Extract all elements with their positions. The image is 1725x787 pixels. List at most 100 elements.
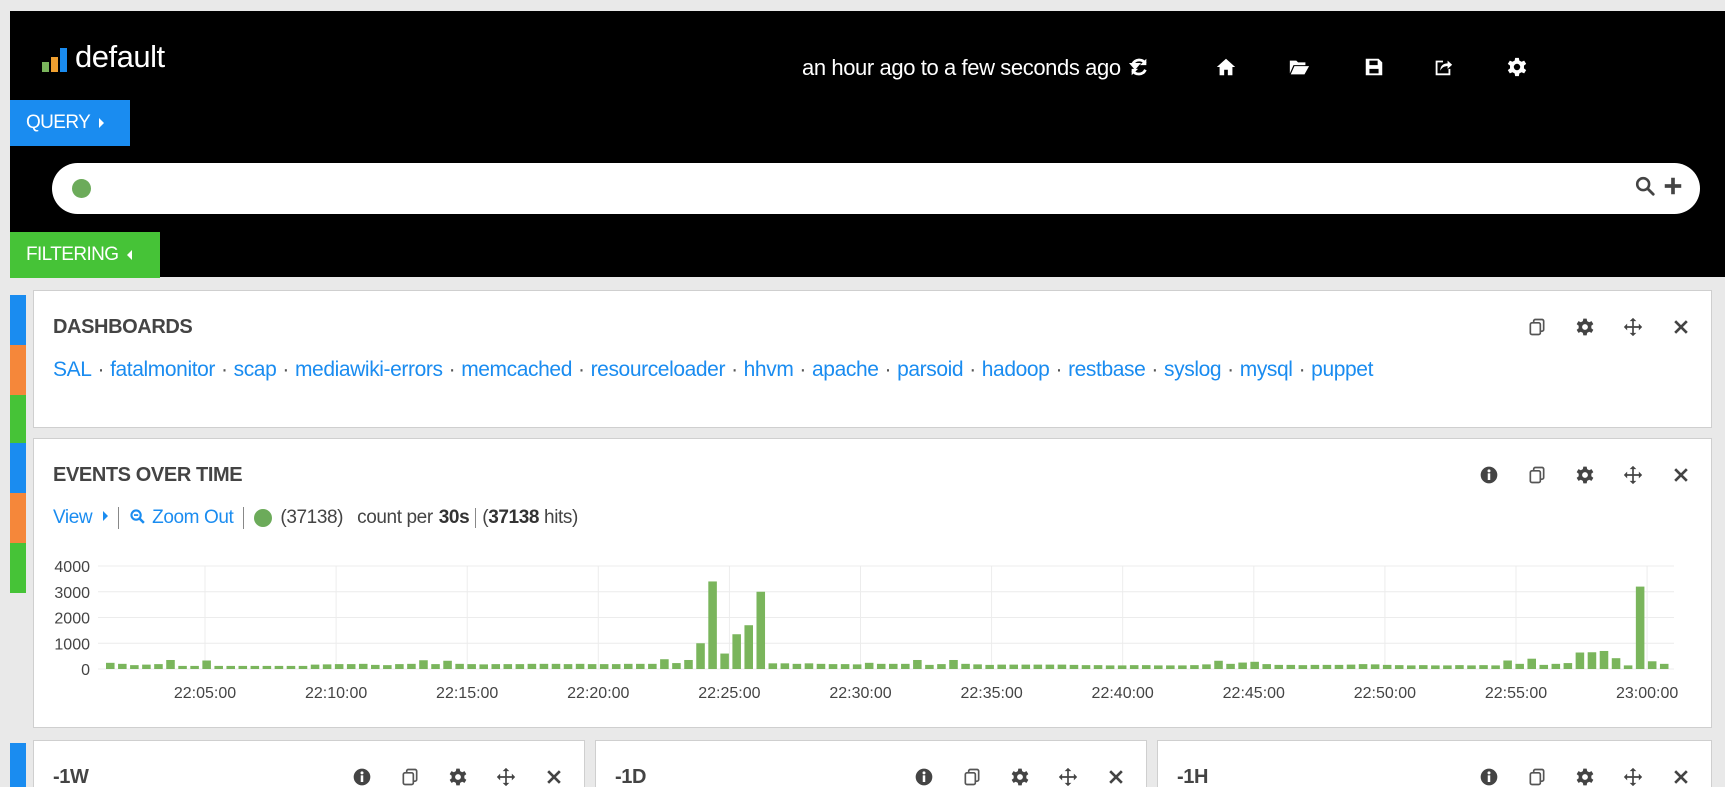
chart-bar[interactable] [106,662,115,669]
settings-icon[interactable] [1502,52,1532,82]
chart-bar[interactable] [310,664,320,669]
chart-bar[interactable] [792,663,802,669]
chart-bar[interactable] [997,664,1006,669]
chart-bar[interactable] [1310,664,1320,669]
chart-bar[interactable] [1575,652,1585,669]
chart-bar[interactable] [1238,662,1247,669]
chart-bar[interactable] [1202,664,1211,669]
chart-bar[interactable] [1635,586,1645,669]
chart-bar[interactable] [1623,665,1633,670]
chart-bar[interactable] [1599,650,1609,669]
chart-bar[interactable] [925,664,934,669]
close-icon[interactable] [1657,762,1705,787]
chart-bar[interactable] [130,665,139,669]
chart-bar[interactable] [1587,652,1597,669]
chart-bar[interactable] [431,664,440,669]
chart-bar[interactable] [648,663,657,669]
chart-bar[interactable] [1141,665,1151,669]
chart-bar[interactable] [346,664,356,669]
chart-bar[interactable] [1346,664,1356,669]
dashboard-link[interactable]: syslog [1164,358,1222,381]
dashboard-link[interactable]: SAL [53,358,92,381]
query-status-dot[interactable] [72,179,91,198]
dashboard-link[interactable]: puppet [1311,358,1373,381]
dashboard-link[interactable]: restbase [1068,358,1146,381]
info-icon[interactable] [338,762,386,787]
chart-bar[interactable] [202,660,211,670]
dashboard-link[interactable]: hadoop [982,358,1050,381]
chart-bar[interactable] [419,660,428,670]
chart-bar[interactable] [901,663,910,669]
chart-bar[interactable] [1093,665,1103,669]
chart-bar[interactable] [961,663,970,669]
chart-bar[interactable] [636,663,645,669]
dashboard-link[interactable]: mysql [1240,358,1293,381]
chart-bar[interactable] [744,625,753,669]
home-icon[interactable] [1211,52,1241,82]
chart-bar[interactable] [756,591,766,669]
chart-bar[interactable] [443,660,452,669]
chart-bar[interactable] [1129,665,1139,669]
move-icon[interactable] [1609,312,1657,342]
chart-bar[interactable] [1515,663,1524,669]
chart-bar[interactable] [1105,665,1115,670]
chart-bar[interactable] [840,664,850,669]
chart-bar[interactable] [515,664,525,669]
close-icon[interactable] [1657,312,1705,342]
chart-bar[interactable] [1647,661,1657,669]
chart-bar[interactable] [1551,663,1561,669]
chart-bar[interactable] [1394,665,1404,669]
chart-bar[interactable] [1045,664,1055,669]
chart-bar[interactable] [1081,665,1091,669]
save-icon[interactable] [1359,52,1389,82]
chart-bar[interactable] [720,653,729,669]
query-toggle-button[interactable]: QUERY [10,100,130,146]
info-icon[interactable] [1465,762,1513,787]
chart-bar[interactable] [1431,665,1440,670]
chart-bar[interactable] [1057,664,1067,669]
chart-bar[interactable] [1178,665,1187,670]
chart-bar[interactable] [527,663,537,669]
settings-icon[interactable] [1561,762,1609,787]
chart-bar[interactable] [166,659,175,669]
chart-bar[interactable] [672,663,681,669]
chart-bar[interactable] [1455,665,1464,669]
events-chart[interactable]: 4000 3000 2000 1000 0 22:05:00 22:10:00 22:15:0… [34,439,1713,729]
chart-bar[interactable] [1033,664,1043,669]
chart-bar[interactable] [154,664,163,669]
chart-bar[interactable] [539,663,549,669]
chart-bar[interactable] [973,664,982,669]
chart-bar[interactable] [1479,665,1488,669]
chart-bar[interactable] [395,664,404,669]
dashboard-link[interactable]: mediawiki-errors [295,358,443,381]
chart-bar[interactable] [623,663,633,669]
chart-bar[interactable] [1370,664,1380,669]
chart-bar[interactable] [599,664,609,669]
chart-bar[interactable] [1467,665,1476,670]
chart-bar[interactable] [250,665,260,669]
row-color-bar[interactable] [10,543,26,593]
chart-bar[interactable] [238,665,248,669]
chart-bar[interactable] [551,663,561,669]
duplicate-icon[interactable] [386,762,434,787]
chart-bar[interactable] [1021,664,1031,669]
chart-bar[interactable] [1443,665,1452,670]
chart-bar[interactable] [1250,661,1259,669]
row-color-bar[interactable] [10,443,26,493]
chart-bar[interactable] [371,664,380,669]
settings-icon[interactable] [1561,312,1609,342]
chart-bar[interactable] [864,662,874,669]
chart-bar[interactable] [358,663,368,669]
filtering-toggle-button[interactable]: FILTERING [10,232,160,278]
chart-bar[interactable] [985,664,994,669]
row-color-bar[interactable] [10,345,26,395]
chart-bar[interactable] [455,663,464,669]
chart-bar[interactable] [1503,660,1512,670]
chart-bar[interactable] [298,665,308,669]
chart-bar[interactable] [587,664,597,669]
chart-bar[interactable] [780,663,790,670]
dashboard-link[interactable]: hhvm [744,358,794,381]
time-range-picker[interactable]: an hour ago to a few seconds ago [802,55,1141,81]
chart-bar[interactable] [1419,665,1428,669]
chart-bar[interactable] [889,663,898,669]
